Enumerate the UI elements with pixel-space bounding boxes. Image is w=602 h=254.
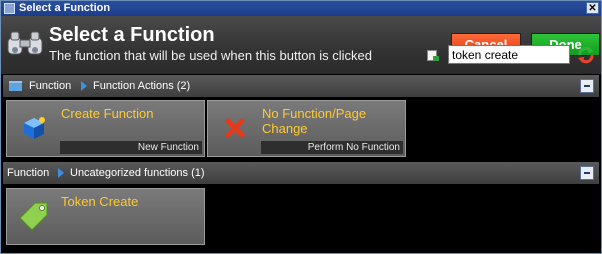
tile-label: Create Function [61, 106, 154, 121]
page-title: Select a Function [49, 24, 215, 46]
tile-description: New Function [60, 141, 202, 154]
breadcrumb-child: Uncategorized functions (1) [70, 167, 205, 179]
collapse-button[interactable] [580, 166, 594, 180]
refresh-icon[interactable] [576, 45, 596, 65]
window-close-button[interactable]: ✕ [586, 2, 599, 14]
tile-description: Perform No Function [261, 141, 403, 154]
page-subtitle: The function that will be used when this… [49, 48, 373, 63]
window-title: Select a Function [19, 2, 111, 14]
green-tag-icon [19, 202, 48, 231]
window-icon [4, 3, 15, 14]
collapse-button[interactable] [580, 79, 594, 93]
function-tile-token-create[interactable]: Token Create [6, 188, 205, 245]
tile-label: No Function/Page Change [262, 106, 367, 136]
window-titlebar: Select a Function ✕ [1, 1, 601, 16]
binoculars-icon [7, 31, 43, 55]
folder-icon [9, 81, 22, 91]
breadcrumb-root[interactable]: Function [7, 162, 49, 184]
breadcrumb-child: Function Actions (2) [93, 80, 191, 92]
function-tile-no-function[interactable]: No Function/Page Change Perform No Funct… [207, 100, 406, 157]
chevron-right-icon [81, 81, 87, 91]
search-input[interactable] [448, 45, 570, 64]
function-tile-create-function[interactable]: Create Function New Function [6, 100, 205, 157]
tile-label: Token Create [61, 194, 139, 209]
select-function-dialog: Select a Function ✕ Select a Function Th… [0, 0, 602, 254]
dialog-header: Select a Function The function that will… [1, 16, 601, 74]
chevron-right-icon [58, 168, 64, 178]
red-x-icon [225, 118, 245, 138]
blue-cube-icon [24, 117, 45, 139]
section-header-function-actions[interactable]: Function Function Actions (2) [3, 75, 599, 97]
page-add-icon [427, 50, 439, 61]
breadcrumb-root[interactable]: Function [29, 75, 71, 97]
section-header-uncategorized[interactable]: Function Uncategorized functions (1) [3, 162, 599, 184]
